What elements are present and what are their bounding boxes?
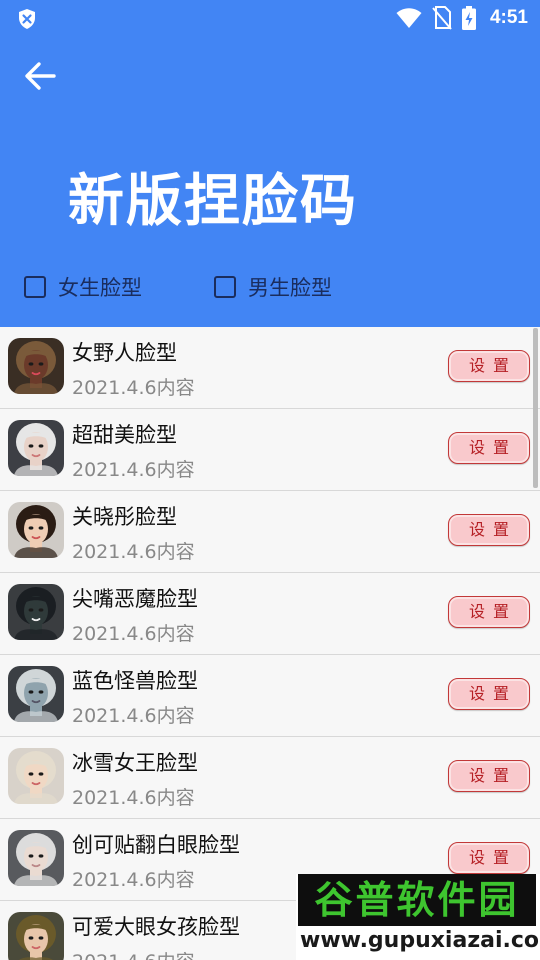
female-checkbox[interactable] <box>24 276 46 298</box>
set-button[interactable]: 设置 <box>448 760 530 792</box>
item-date: 2021.4.6内容 <box>72 623 195 645</box>
avatar <box>8 666 64 722</box>
battery-charging-icon <box>461 6 476 30</box>
list-item[interactable]: 女野人脸型 2021.4.6内容 设置 <box>0 327 540 409</box>
avatar <box>8 584 64 640</box>
watermark-url: www.gupuxiazai.com <box>300 928 540 953</box>
item-date: 2021.4.6内容 <box>72 947 195 960</box>
item-title: 创可贴翻白眼脸型 <box>72 833 240 857</box>
item-title: 尖嘴恶魔脸型 <box>72 587 198 611</box>
item-date: 2021.4.6内容 <box>72 541 195 563</box>
list-item[interactable]: 尖嘴恶魔脸型 2021.4.6内容 设置 <box>0 573 540 655</box>
set-button[interactable]: 设置 <box>448 350 530 382</box>
set-button[interactable]: 设置 <box>448 432 530 464</box>
avatar <box>8 420 64 476</box>
status-bar: 4:51 <box>0 0 540 36</box>
list-item[interactable]: 超甜美脸型 2021.4.6内容 设置 <box>0 409 540 491</box>
clock: 4:51 <box>489 7 528 28</box>
item-date: 2021.4.6内容 <box>72 787 195 809</box>
male-filter-label: 男生脸型 <box>248 276 332 300</box>
item-title: 冰雪女王脸型 <box>72 751 198 775</box>
arrow-left-icon[interactable] <box>20 56 60 96</box>
avatar <box>8 830 64 886</box>
set-button[interactable]: 设置 <box>448 842 530 874</box>
item-title: 关晓彤脸型 <box>72 505 177 529</box>
avatar <box>8 338 64 394</box>
item-date: 2021.4.6内容 <box>72 459 195 481</box>
item-title: 可爱大眼女孩脸型 <box>72 915 240 939</box>
watermark-logo: 谷普软件园 <box>298 874 536 926</box>
page-title: 新版捏脸码 <box>68 169 358 234</box>
set-button[interactable]: 设置 <box>448 678 530 710</box>
item-date: 2021.4.6内容 <box>72 869 195 891</box>
no-sim-icon <box>432 6 452 30</box>
face-code-list[interactable]: 女野人脸型 2021.4.6内容 设置 超甜美脸型 2021.4.6内容 设置 关晓彤脸型 2… <box>0 327 540 960</box>
filter-male[interactable]: 男生脸型 <box>214 272 332 302</box>
item-title: 蓝色怪兽脸型 <box>72 669 198 693</box>
item-date: 2021.4.6内容 <box>72 705 195 727</box>
set-button[interactable]: 设置 <box>448 596 530 628</box>
item-title: 超甜美脸型 <box>72 423 177 447</box>
list-item[interactable]: 关晓彤脸型 2021.4.6内容 设置 <box>0 491 540 573</box>
female-filter-label: 女生脸型 <box>58 276 142 300</box>
avatar <box>8 912 64 960</box>
app-header: 新版捏脸码 女生脸型 男生脸型 <box>0 36 540 327</box>
avatar <box>8 748 64 804</box>
watermark: 谷普软件园 www.gupuxiazai.com <box>296 874 540 960</box>
male-checkbox[interactable] <box>214 276 236 298</box>
scrollbar[interactable] <box>533 328 538 488</box>
list-item[interactable]: 蓝色怪兽脸型 2021.4.6内容 设置 <box>0 655 540 737</box>
avatar <box>8 502 64 558</box>
filter-female[interactable]: 女生脸型 <box>24 272 142 302</box>
wifi-icon <box>396 8 422 28</box>
set-button[interactable]: 设置 <box>448 514 530 546</box>
item-date: 2021.4.6内容 <box>72 377 195 399</box>
list-item[interactable]: 冰雪女王脸型 2021.4.6内容 设置 <box>0 737 540 819</box>
item-title: 女野人脸型 <box>72 341 177 365</box>
shield-icon <box>19 9 35 29</box>
